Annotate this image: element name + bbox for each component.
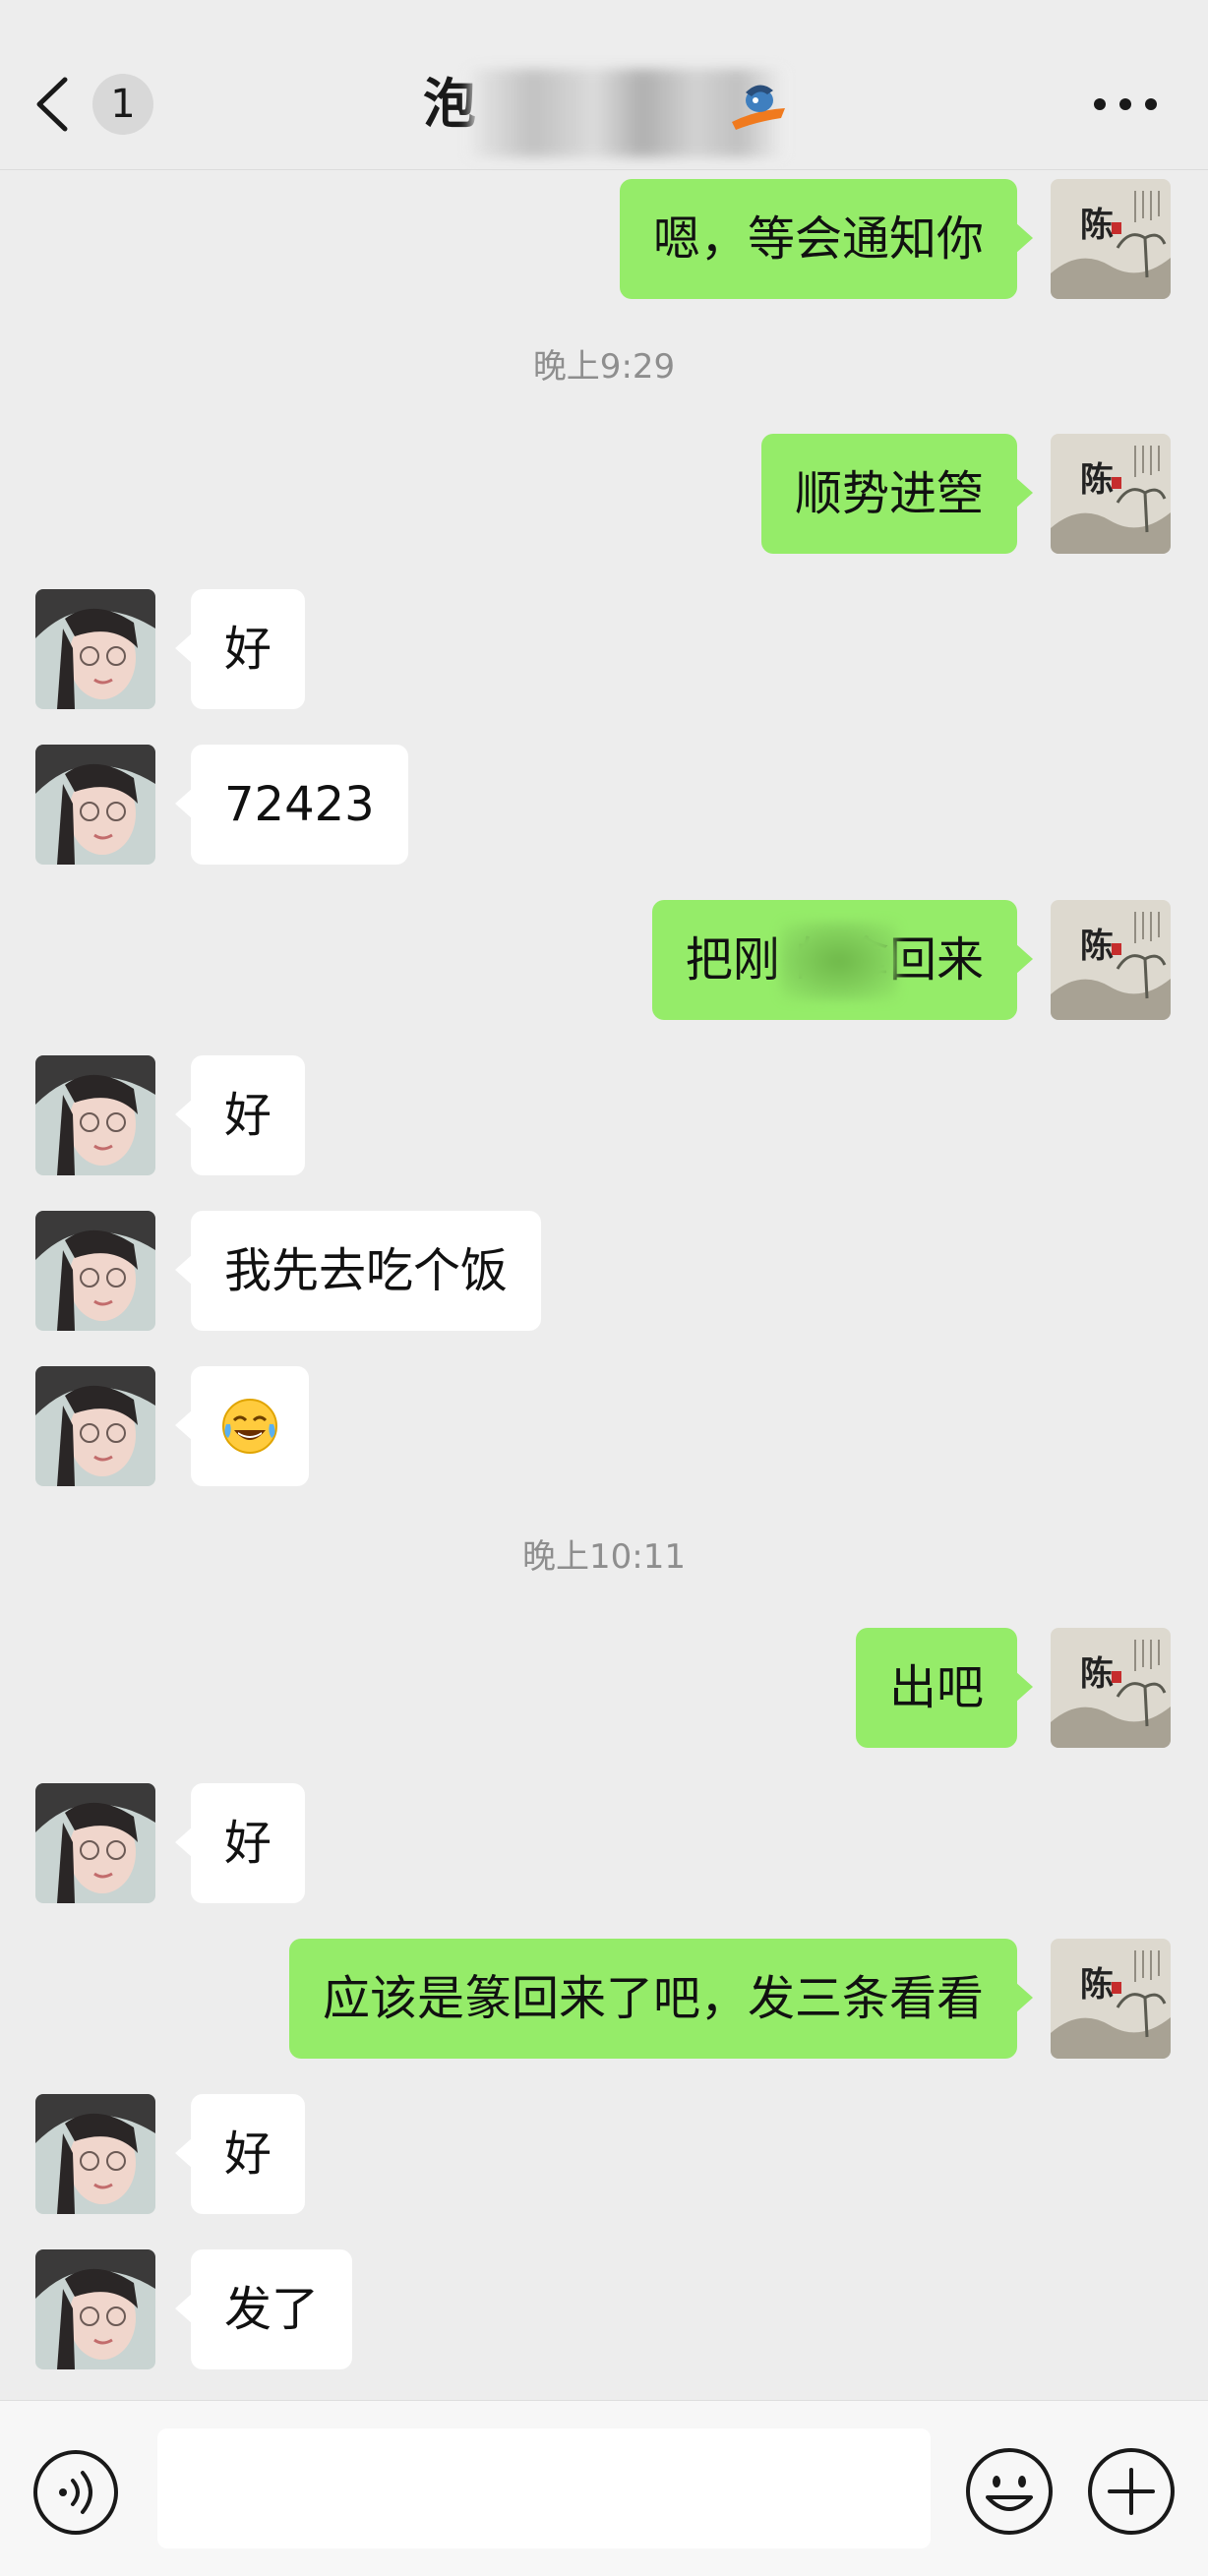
contact-avatar[interactable] xyxy=(35,2249,155,2369)
contact-avatar[interactable] xyxy=(35,2094,155,2214)
unread-count-badge[interactable]: 1 xyxy=(92,74,153,135)
contact-message-bubble[interactable]: 好 xyxy=(174,1055,306,1175)
svg-text:陈: 陈 xyxy=(1080,460,1114,500)
contact-avatar[interactable] xyxy=(35,745,155,865)
back-chevron-icon[interactable] xyxy=(30,74,79,135)
contact-message-bubble[interactable]: 发了 xyxy=(174,2249,353,2369)
contact-avatar[interactable] xyxy=(35,1211,155,1331)
timestamp: 晚上10:11 xyxy=(522,1537,686,1577)
chat-title: 泡 xyxy=(423,73,476,135)
contact-message-bubble[interactable]: 72423 xyxy=(175,745,408,865)
tears-of-joy-emoji-icon xyxy=(222,1399,277,1454)
my-avatar[interactable]: 陈 xyxy=(1051,1628,1171,1748)
contact-message-bubble[interactable] xyxy=(175,1366,309,1486)
svg-text:陈: 陈 xyxy=(1080,927,1114,966)
my-avatar[interactable]: 陈 xyxy=(1051,179,1171,299)
my-avatar[interactable]: 陈 xyxy=(1051,1939,1171,2059)
title-emoji-sticker-icon xyxy=(732,85,785,130)
my-avatar[interactable]: 陈 xyxy=(1051,900,1171,1020)
contact-avatar[interactable] xyxy=(35,1055,155,1175)
contact-avatar[interactable] xyxy=(35,589,155,709)
emoji-icon[interactable] xyxy=(964,2446,1055,2537)
message-input[interactable] xyxy=(157,2428,931,2548)
my-message-bubble[interactable]: 顺势进箜 xyxy=(760,434,1034,554)
svg-text:陈: 陈 xyxy=(1080,1654,1114,1694)
chat-header: 1 泡 xyxy=(0,0,1208,170)
my-message-bubble[interactable]: 应该是篆回来了吧，发三条看看 xyxy=(288,1939,1034,2059)
contact-message-bubble[interactable]: 好 xyxy=(174,589,306,709)
contact-message-bubble[interactable]: 我先去吃个饭 xyxy=(174,1211,542,1331)
redaction-blur xyxy=(779,922,898,1000)
contact-message-bubble[interactable]: 好 xyxy=(174,1783,306,1903)
svg-text:陈: 陈 xyxy=(1080,1965,1114,2005)
plus-icon[interactable] xyxy=(1086,2446,1177,2537)
my-message-bubble[interactable]: 出吧 xyxy=(855,1628,1034,1748)
contact-message-bubble[interactable]: 好 xyxy=(174,2094,306,2214)
my-message-bubble[interactable]: 嗯，等会通知你 xyxy=(619,179,1034,299)
my-avatar[interactable]: 陈 xyxy=(1051,434,1171,554)
more-options-icon[interactable] xyxy=(1094,94,1157,114)
voice-icon[interactable] xyxy=(31,2448,120,2537)
my-message-bubble[interactable]: 把刚 的拿回来 xyxy=(651,900,1034,1020)
contact-avatar[interactable] xyxy=(35,1783,155,1903)
timestamp: 晚上9:29 xyxy=(532,347,676,387)
contact-avatar[interactable] xyxy=(35,1366,155,1486)
input-bar xyxy=(0,2400,1208,2576)
svg-text:陈: 陈 xyxy=(1080,206,1114,245)
